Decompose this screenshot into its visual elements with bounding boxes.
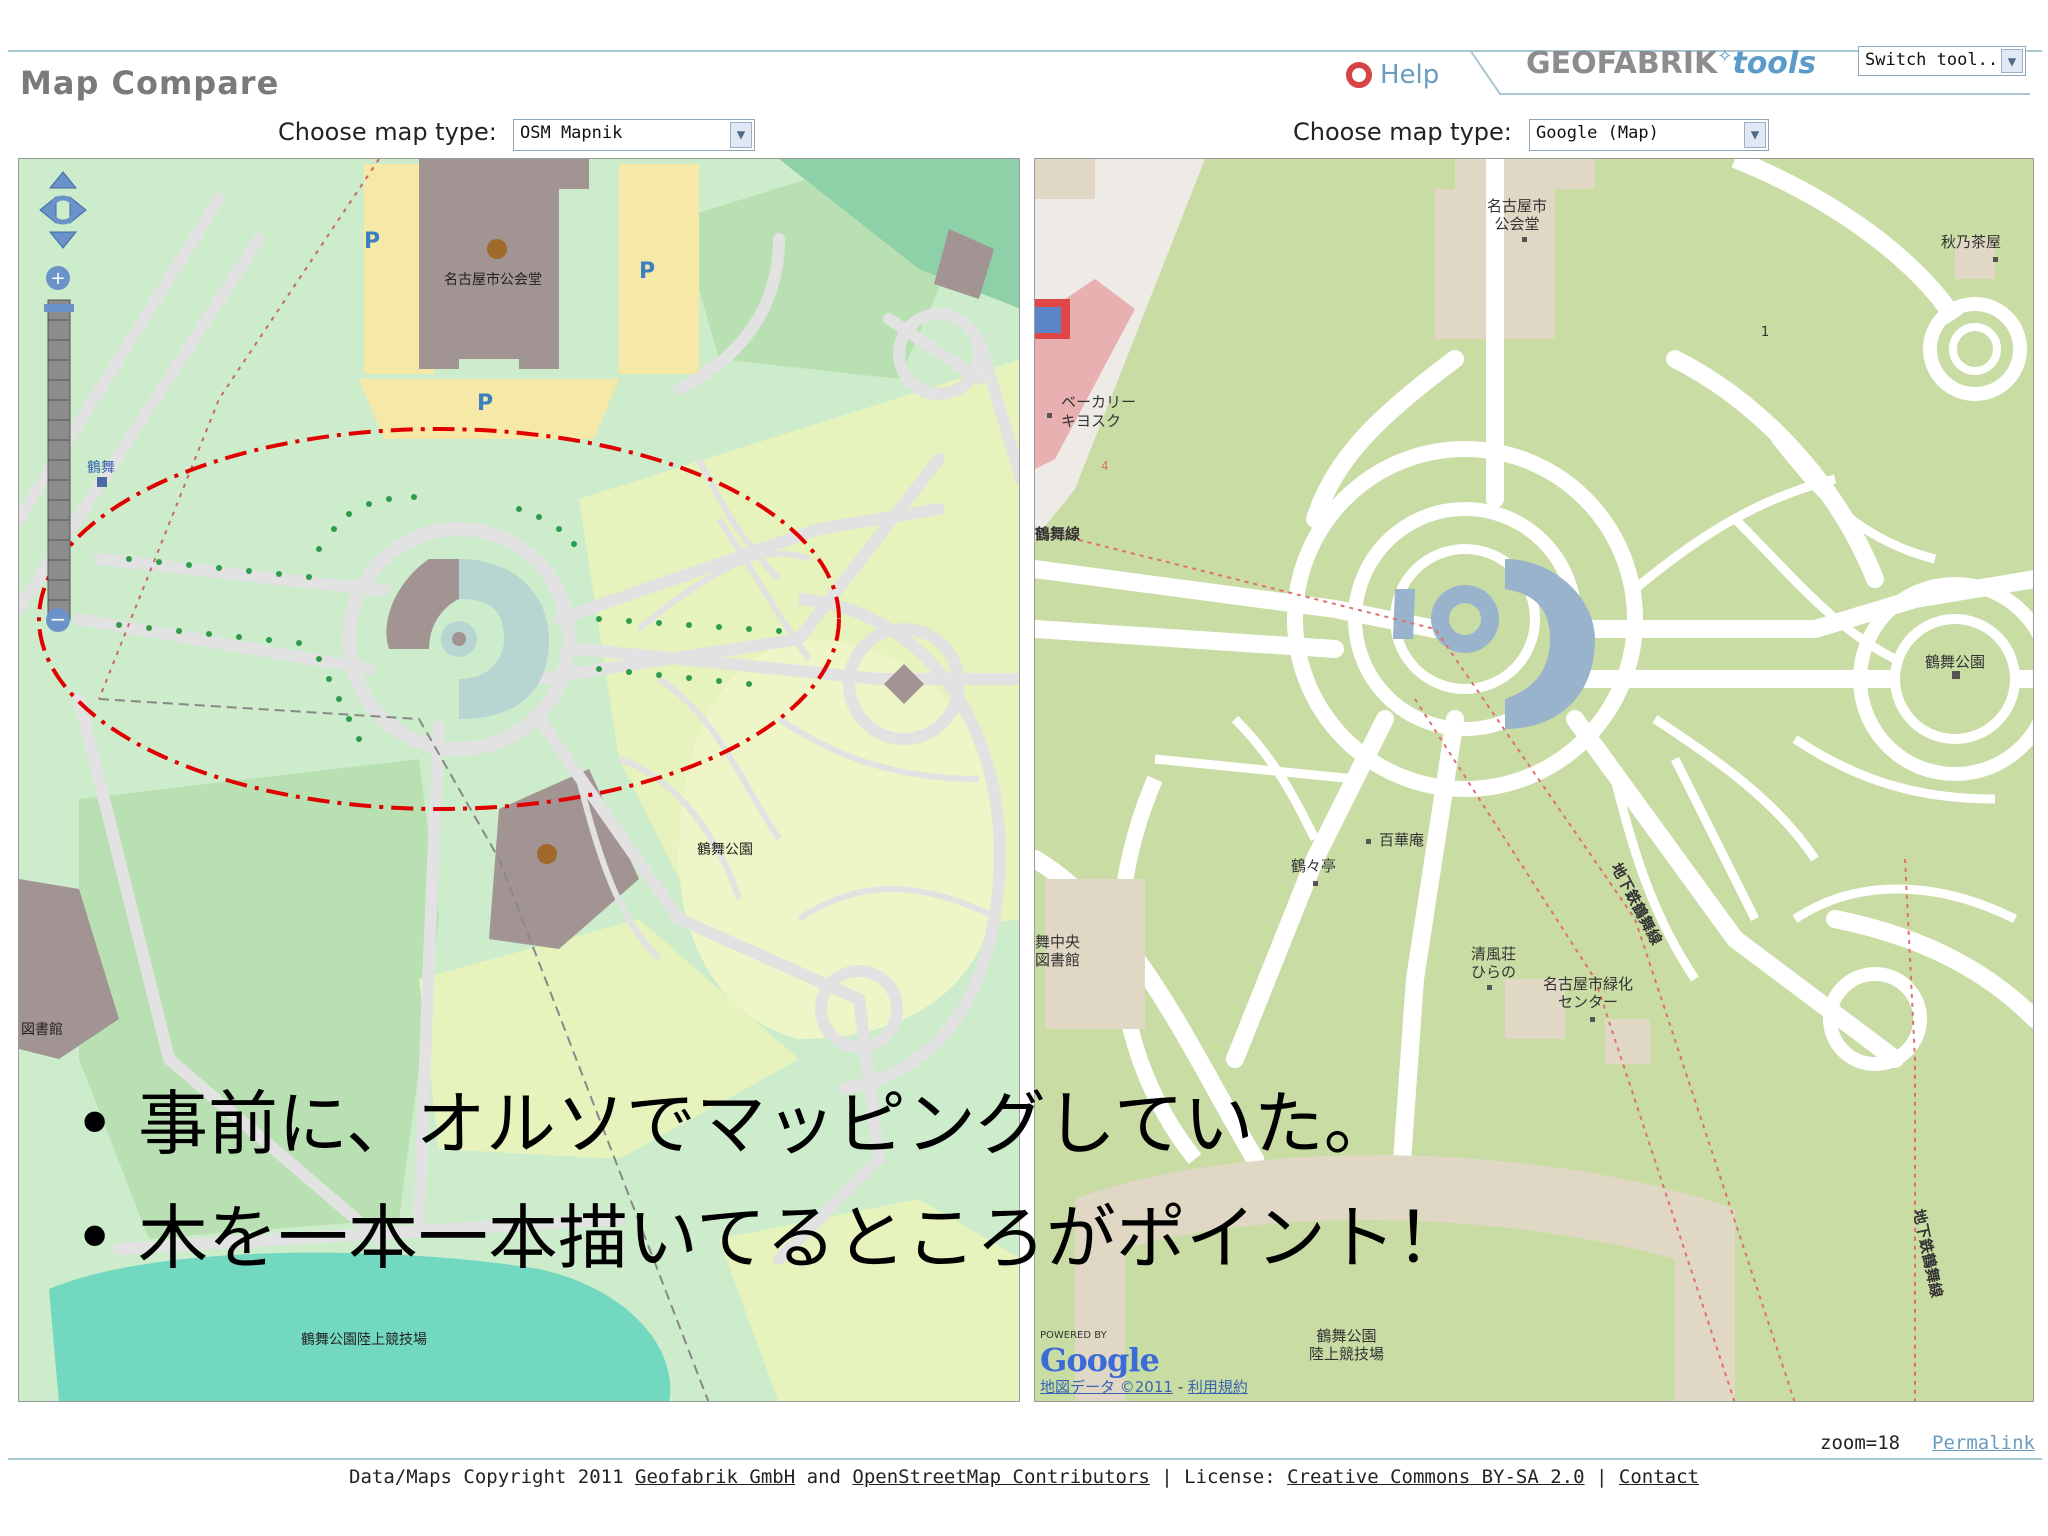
library-label-line2: 図書館 [1035, 951, 1081, 969]
help-link[interactable]: Help [1346, 60, 1439, 90]
parking-label: P [477, 391, 494, 416]
slide-bullet-1: • 事前に、オルソでマッピングしていた。 [74, 1068, 1394, 1169]
brand-name: GEOFABRIK [1526, 46, 1718, 81]
hall-label-line1: 名古屋市 [1487, 197, 1548, 215]
license-label: | License: [1161, 1466, 1276, 1488]
right-map-type-value: Google (Map) [1536, 123, 1659, 143]
theater-icon [537, 844, 557, 864]
greening-label-line2: センター [1558, 993, 1619, 1011]
bullet-icon: • [74, 1083, 116, 1165]
bakery-label-line1: ベーカリー [1061, 393, 1137, 411]
seifuso-label-line2: ひらの [1471, 963, 1517, 981]
lifebuoy-icon [1346, 62, 1372, 88]
pan-down-icon[interactable] [48, 231, 78, 249]
contact-link[interactable]: Contact [1619, 1466, 1699, 1488]
greening-label-line1: 名古屋市緑化 [1543, 975, 1634, 993]
poi-marker-4: 4 [1101, 459, 1109, 473]
powered-by-text: POWERED BY [1040, 1330, 1107, 1341]
seifuso-label-line1: 清風荘 [1471, 945, 1517, 963]
license-link[interactable]: Creative Commons BY-SA 2.0 [1287, 1466, 1584, 1488]
left-map-type-value: OSM Mapnik [520, 123, 623, 143]
pan-up-icon[interactable] [48, 171, 78, 189]
star-icon: ✧ [1717, 46, 1733, 67]
terms-link[interactable]: 利用規約 [1188, 1378, 1248, 1396]
train-station-icon [1035, 307, 1061, 333]
map-data-link[interactable]: 地図データ ©2011 [1040, 1378, 1173, 1396]
copyright-and: and [806, 1466, 841, 1488]
hall-label-line2: 公会堂 [1494, 215, 1540, 233]
hyakkatei-label: 百華庵 [1379, 831, 1425, 849]
stadium-label-line1: 鶴舞公園 [1316, 1327, 1377, 1345]
slide-bullet-2: • 木を一本一本描いてるところがポイント！ [74, 1182, 1466, 1283]
parking-label: P [364, 229, 381, 254]
slide-bullet-1-text: 事前に、オルソでマッピングしていた。 [138, 1083, 1394, 1165]
footer-copyright: Data/Maps Copyright 2011 Geofabrik GmbH … [0, 1466, 2048, 1488]
chevron-down-icon: ▼ [1744, 122, 1766, 148]
bullet-icon: • [74, 1197, 116, 1279]
google-logo[interactable]: POWERED BY Google [1040, 1330, 1160, 1379]
stadium-label: 鶴舞公園陸上競技場 [301, 1332, 427, 1348]
brand-tools: tools [1732, 46, 1817, 81]
svg-text:+: + [50, 268, 65, 289]
copyright-prefix: Data/Maps Copyright 2011 [349, 1466, 624, 1488]
google-wordmark: Google [1040, 1341, 1160, 1379]
parking-label: P [639, 259, 656, 284]
rail-line-label: 鶴舞線 [1035, 525, 1081, 543]
poi-marker-1: 1 [1761, 325, 1770, 340]
station-icon [97, 477, 107, 487]
help-label: Help [1380, 60, 1440, 90]
station-label: 鶴舞 [87, 460, 115, 476]
library-label-line1: 舞中央 [1035, 933, 1081, 951]
left-choose-label: Choose map type: [278, 118, 497, 146]
footer-divider [8, 1458, 2042, 1460]
hall-label: 名古屋市公会堂 [444, 272, 542, 288]
zoom-readout: zoom=18 [1820, 1432, 1901, 1454]
park-label: 鶴舞公園 [1925, 653, 1986, 671]
google-attribution: 地図データ ©2011 - 利用規約 [1040, 1378, 1248, 1396]
right-map-type-select[interactable]: Google (Map) ▼ [1529, 119, 1769, 151]
library-label: 図書館 [21, 1022, 63, 1038]
left-map-type-select[interactable]: OSM Mapnik ▼ [513, 119, 755, 151]
chevron-down-icon: ▼ [2001, 49, 2023, 73]
zoom-slider-handle[interactable] [44, 304, 74, 312]
tsurutei-label: 鶴々亭 [1291, 857, 1337, 875]
chevron-down-icon: ▼ [730, 122, 752, 148]
right-choose-label: Choose map type: [1293, 118, 1512, 146]
bakery-label-line2: キヨスク [1061, 412, 1122, 430]
permalink-link[interactable]: Permalink [1932, 1432, 2035, 1454]
geofabrik-link[interactable]: Geofabrik GmbH [635, 1466, 795, 1488]
stadium-label-line2: 陸上競技場 [1309, 1345, 1385, 1363]
svg-text:−: − [50, 607, 67, 631]
geofabrik-logo[interactable]: GEOFABRIK✧tools [1526, 46, 1816, 81]
app-title: Map Compare [20, 64, 280, 102]
switch-tool-value: Switch tool... [1865, 50, 2009, 70]
park-label: 鶴舞公園 [697, 842, 753, 858]
footer-separator: | [1596, 1466, 1608, 1488]
pan-zoom-control[interactable]: + − [38, 170, 88, 640]
slide-bullet-2-text: 木を一本一本描いてるところがポイント！ [138, 1197, 1466, 1279]
switch-tool-select[interactable]: Switch tool... ▼ [1858, 46, 2026, 76]
osm-link[interactable]: OpenStreetMap Contributors [852, 1466, 1149, 1488]
theater-icon [487, 239, 507, 259]
teahouse-label: 秋乃茶屋 [1941, 233, 2002, 251]
